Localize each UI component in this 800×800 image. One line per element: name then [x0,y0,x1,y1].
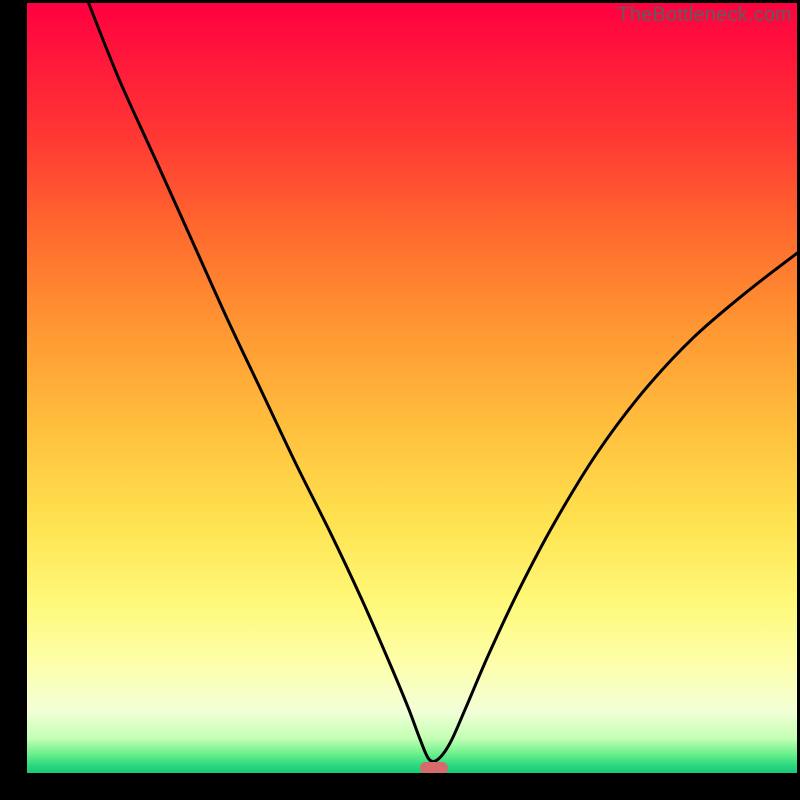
watermark-text: TheBottleneck.com [617,4,792,27]
bottleneck-curve [27,3,797,773]
chart-frame: TheBottleneck.com [0,0,800,800]
plot-area [27,3,797,773]
optimal-marker [420,762,448,773]
